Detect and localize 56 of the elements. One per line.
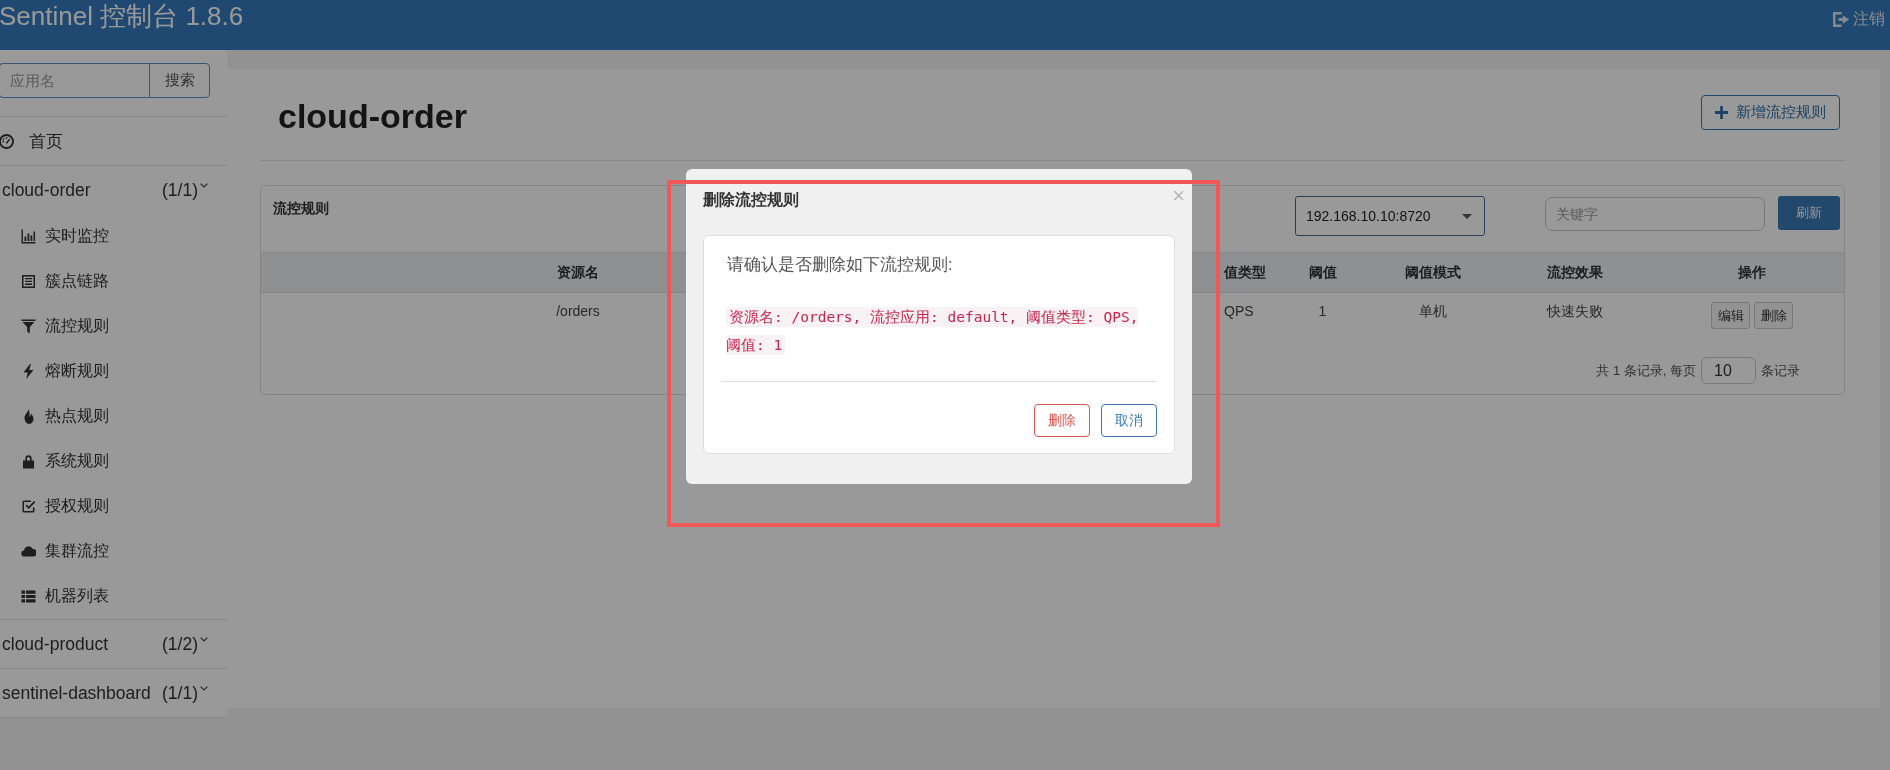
cloud-icon <box>21 544 36 559</box>
table-cell: 快速失败 <box>1547 303 1603 319</box>
panel-title: 流控规则 <box>273 200 329 218</box>
filter-icon <box>21 319 36 334</box>
home-menu-item[interactable]: 首页 <box>0 116 227 166</box>
dialog-title: 删除流控规则 <box>703 190 799 210</box>
machine-select[interactable]: 192.168.10.10:8720 <box>1295 196 1485 236</box>
table-cell: QPS <box>1224 303 1254 319</box>
plus-icon <box>1715 106 1728 119</box>
chevron-down-icon <box>200 636 208 642</box>
lightning-icon <box>21 364 36 379</box>
sidebar-menu-item[interactable]: 系统规则 <box>0 439 227 484</box>
sidebar-menu-item[interactable]: 实时监控 <box>0 214 227 259</box>
caret-icon <box>1462 213 1472 219</box>
table-cell: 单机 <box>1418 303 1447 319</box>
list-icon <box>21 589 36 604</box>
chevron-down-icon <box>200 182 208 188</box>
sidebar-menu-item[interactable]: 簇点链路 <box>0 259 227 304</box>
sidebar-menu-item[interactable]: 熔断规则 <box>0 349 227 394</box>
confirm-message: 请确认是否删除如下流控规则: <box>727 254 954 275</box>
sidebar-menu-item[interactable]: 机器列表 <box>0 574 227 619</box>
cancel-button[interactable]: 取消 <box>1101 404 1157 437</box>
column-header: 阈值 <box>1308 264 1337 280</box>
column-header: 阈值模式 <box>1404 264 1461 280</box>
app-menu-item[interactable]: sentinel-dashboard (1/1) <box>0 669 227 717</box>
column-header: 资源名 <box>557 264 599 280</box>
table-cell: 1 <box>1318 303 1327 319</box>
column-header: 值类型 <box>1224 264 1266 280</box>
sidebar-menu-item[interactable]: 授权规则 <box>0 484 227 529</box>
keyword-field[interactable]: 关键字 <box>1545 197 1765 231</box>
pagination-suffix: 条记录 <box>1761 361 1800 380</box>
page-size-field[interactable]: 10 <box>1701 357 1756 384</box>
app-menu-item[interactable]: cloud-product (1/2) <box>0 620 227 668</box>
pagination-summary: 共 1 条记录, 每页 <box>1596 361 1696 380</box>
refresh-button[interactable]: 刷新 <box>1778 196 1840 230</box>
chevron-down-icon <box>200 685 208 691</box>
confirm-delete-button[interactable]: 删除 <box>1034 404 1090 437</box>
lock-icon <box>21 454 36 469</box>
edit-button[interactable]: 编辑 <box>1711 302 1750 329</box>
page-title: cloud-order <box>278 96 467 134</box>
sidebar-menu-item[interactable]: 流控规则 <box>0 304 227 349</box>
logout-icon <box>1833 12 1849 27</box>
app-name-field[interactable]: 应用名 <box>0 63 149 98</box>
delete-button[interactable]: 删除 <box>1754 302 1793 329</box>
sidebar-menu-item[interactable]: 热点规则 <box>0 394 227 439</box>
table-cell: /orders <box>556 303 600 319</box>
search-button[interactable]: 搜索 <box>149 63 210 98</box>
navbar-title: Sentinel 控制台 1.8.6 <box>0 0 244 32</box>
sidebar-menu-item[interactable]: 集群流控 <box>0 529 227 574</box>
add-rule-button[interactable]: 新增流控规则 <box>1701 95 1840 130</box>
app-menu-item[interactable]: cloud-order (1/1) <box>0 166 227 214</box>
column-header: 操作 <box>1738 264 1766 280</box>
gauge-icon <box>0 133 14 149</box>
bar-chart-icon <box>21 229 36 244</box>
column-header: 流控效果 <box>1547 264 1603 280</box>
document-list-icon <box>21 274 36 289</box>
